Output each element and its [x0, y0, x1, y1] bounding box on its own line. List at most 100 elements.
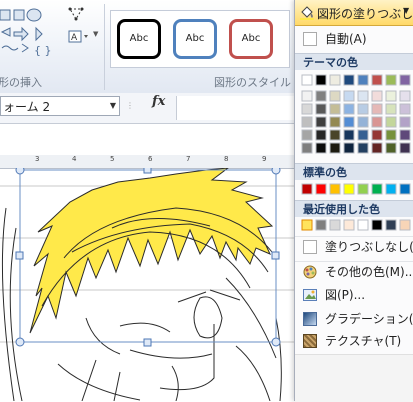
menu-item-automatic[interactable]: 自動(A) [295, 29, 413, 49]
theme-tint-swatch[interactable] [315, 129, 327, 141]
theme-tint-swatch[interactable] [357, 103, 369, 115]
theme-tint-swatch[interactable] [399, 116, 411, 128]
standard-color-swatch[interactable] [357, 183, 369, 195]
drawing-canvas[interactable] [0, 168, 300, 401]
theme-tint-swatch[interactable] [343, 103, 355, 115]
theme-tint-swatch[interactable] [329, 142, 341, 154]
recent-color-swatch[interactable] [315, 219, 327, 231]
recent-color-swatch[interactable] [385, 219, 397, 231]
theme-tint-swatch[interactable] [315, 103, 327, 115]
standard-color-swatch[interactable] [399, 183, 411, 195]
menu-item-more-colors[interactable]: その他の色(M)... [295, 261, 413, 282]
theme-color-swatch[interactable] [315, 74, 327, 86]
theme-tint-swatch[interactable] [315, 90, 327, 102]
theme-tint-swatch[interactable] [315, 116, 327, 128]
theme-tint-swatch[interactable] [371, 103, 383, 115]
recent-color-swatch[interactable] [343, 219, 355, 231]
theme-tint-swatch[interactable] [315, 142, 327, 154]
standard-color-swatch[interactable] [329, 183, 341, 195]
shape-fill-title: 図形の塗りつぶし [317, 7, 413, 21]
edit-shape-icon[interactable] [68, 6, 86, 22]
theme-color-grid[interactable] [301, 73, 413, 163]
standard-color-swatch[interactable] [315, 183, 327, 195]
theme-tint-swatch[interactable] [343, 129, 355, 141]
theme-tint-swatch[interactable] [371, 129, 383, 141]
theme-tint-swatch[interactable] [385, 129, 397, 141]
theme-tint-swatch[interactable] [301, 103, 313, 115]
menu-item-gradient[interactable]: グラデーション(G) [295, 309, 413, 329]
theme-tint-swatch[interactable] [399, 142, 411, 154]
theme-tint-swatch[interactable] [301, 116, 313, 128]
menu-item-automatic-label: 自動(A) [325, 32, 367, 46]
ruler-number: 7 [186, 155, 191, 163]
theme-tint-swatch[interactable] [329, 90, 341, 102]
theme-tint-swatch[interactable] [329, 103, 341, 115]
theme-color-swatch[interactable] [371, 74, 383, 86]
theme-tint-swatch[interactable] [357, 116, 369, 128]
ruler-number: 3 [35, 155, 40, 163]
style-sample-black[interactable]: Abc [117, 19, 161, 59]
theme-color-swatch[interactable] [343, 74, 355, 86]
recent-color-row[interactable] [301, 219, 413, 233]
theme-tint-swatch[interactable] [329, 116, 341, 128]
name-box-dropdown-icon[interactable]: ▼ [106, 96, 120, 116]
theme-color-swatch[interactable] [301, 74, 313, 86]
shape-styles-gallery[interactable]: Abc Abc Abc [110, 10, 290, 68]
theme-tint-swatch[interactable] [399, 90, 411, 102]
theme-tint-swatch[interactable] [301, 90, 313, 102]
standard-color-swatch[interactable] [385, 183, 397, 195]
theme-color-swatch[interactable] [329, 74, 341, 86]
menu-item-no-fill[interactable]: 塗りつぶしなし(N [295, 236, 413, 257]
theme-tint-swatch[interactable] [357, 142, 369, 154]
svg-text:{ }: { } [34, 44, 52, 57]
theme-tint-swatch[interactable] [385, 103, 397, 115]
standard-color-row[interactable] [301, 183, 413, 197]
shapes-dropdown-icon[interactable]: ▼ [93, 30, 101, 40]
theme-tint-swatch[interactable] [343, 142, 355, 154]
sheet-top-band [0, 124, 300, 155]
theme-tint-swatch[interactable] [301, 142, 313, 154]
menu-item-picture-label: 図(P)... [325, 288, 366, 302]
formula-input[interactable] [176, 96, 297, 120]
theme-tint-swatch[interactable] [329, 129, 341, 141]
shape-fill-button[interactable]: 図形の塗りつぶし ▼ [295, 0, 413, 26]
theme-tint-swatch[interactable] [343, 116, 355, 128]
standard-color-swatch[interactable] [301, 183, 313, 195]
style-sample-blue[interactable]: Abc [173, 19, 217, 59]
theme-tint-swatch[interactable] [371, 116, 383, 128]
shapes-gallery[interactable]: { } [0, 4, 64, 64]
shape-fill-dropdown-icon[interactable]: ▼ [403, 6, 409, 15]
theme-tint-swatch[interactable] [371, 90, 383, 102]
text-box-icon[interactable]: A [68, 30, 90, 44]
recent-color-swatch[interactable] [329, 219, 341, 231]
theme-color-swatch[interactable] [385, 74, 397, 86]
name-box[interactable]: ォーム 2 [0, 96, 120, 116]
recent-color-swatch[interactable] [371, 219, 383, 231]
theme-tint-swatch[interactable] [385, 142, 397, 154]
paint-bucket-icon [300, 6, 314, 20]
recent-color-swatch[interactable] [301, 219, 313, 231]
menu-item-picture[interactable]: 図(P)... [295, 285, 413, 305]
theme-tint-swatch[interactable] [357, 129, 369, 141]
theme-tint-swatch[interactable] [385, 116, 397, 128]
no-fill-swatch-icon [303, 240, 317, 254]
theme-tint-swatch[interactable] [399, 103, 411, 115]
standard-color-swatch[interactable] [371, 183, 383, 195]
theme-color-swatch[interactable] [357, 74, 369, 86]
ruler-number: 8 [224, 155, 229, 163]
theme-color-swatch[interactable] [399, 74, 411, 86]
insert-function-button[interactable]: fx [152, 94, 165, 109]
recent-color-swatch[interactable] [399, 219, 411, 231]
recent-color-swatch[interactable] [357, 219, 369, 231]
group-separator [104, 4, 105, 90]
theme-tint-swatch[interactable] [357, 90, 369, 102]
picture-icon [303, 289, 317, 301]
theme-tint-swatch[interactable] [371, 142, 383, 154]
theme-tint-swatch[interactable] [343, 90, 355, 102]
theme-tint-swatch[interactable] [399, 129, 411, 141]
standard-color-swatch[interactable] [343, 183, 355, 195]
style-sample-red[interactable]: Abc [229, 19, 273, 59]
theme-tint-swatch[interactable] [301, 129, 313, 141]
theme-tint-swatch[interactable] [385, 90, 397, 102]
menu-item-texture[interactable]: テクスチャ(T) [295, 331, 413, 351]
